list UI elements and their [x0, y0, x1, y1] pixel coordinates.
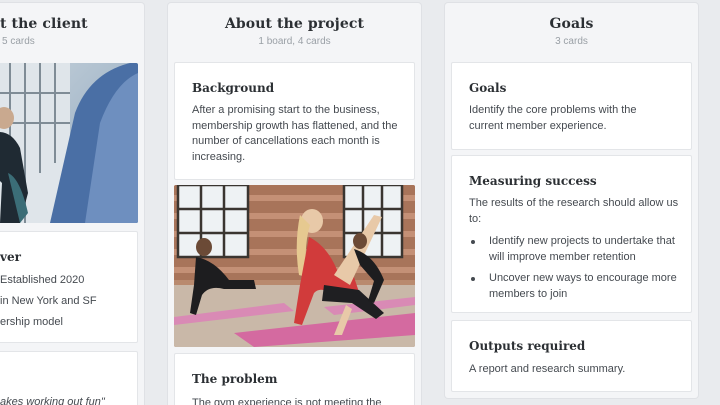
card-title: Outputs required — [469, 339, 586, 353]
client-quote-card[interactable]: akes working out fun" — [0, 351, 138, 405]
card-text: After a promising start to the business,… — [192, 104, 398, 163]
background-card[interactable]: Background After a promising start to th… — [174, 62, 415, 180]
column-card-count: 1 board, 4 cards — [258, 36, 331, 47]
card-title: The problem — [192, 372, 278, 386]
fitness-class-photo-image — [174, 185, 415, 347]
card-title: Goals — [469, 81, 507, 95]
column-header: About the project 1 board, 4 cards — [168, 3, 421, 57]
client-image-card[interactable] — [0, 63, 138, 223]
bullet-item: Identify new projects to undertake that … — [469, 234, 684, 265]
column-title[interactable]: About the project — [168, 16, 421, 32]
column-card-count: 3 cards — [555, 36, 588, 47]
column-card-count: 5 cards — [2, 36, 35, 47]
bullet-item: Uncover new ways to encourage more membe… — [469, 271, 684, 302]
problem-card[interactable]: The problem The gym experience is not me… — [174, 353, 415, 405]
measuring-success-card[interactable]: Measuring success The results of the res… — [451, 155, 692, 313]
column-header: t the client 5 cards — [0, 3, 144, 57]
column-header: Goals 3 cards — [445, 3, 698, 57]
overview-line-2: in New York and SF — [0, 295, 97, 307]
quote-text: akes working out fun" — [0, 396, 105, 405]
success-bullet-list: Identify new projects to undertake that … — [469, 228, 684, 302]
card-text: The gym experience is not meeting the — [192, 397, 382, 405]
card-title: ver — [0, 250, 21, 264]
card-text: Identify the core problems with the curr… — [469, 104, 637, 132]
client-overview-card[interactable]: ver Established 2020 in New York and SF … — [0, 231, 138, 343]
column-title[interactable]: Goals — [445, 16, 698, 32]
card-title: Measuring success — [469, 174, 597, 188]
column-about-client: t the client 5 cards ver Established 202… — [0, 3, 144, 405]
card-title: Background — [192, 81, 275, 95]
card-text: A report and research summary. — [469, 363, 626, 375]
column-goals: Goals 3 cards Goals Identify the core pr… — [445, 3, 698, 398]
card-text: The results of the research should allow… — [469, 197, 679, 225]
gym-photo-image — [0, 63, 138, 223]
column-title[interactable]: t the client — [0, 16, 144, 32]
overview-line-1: Established 2020 — [0, 274, 85, 286]
goals-card[interactable]: Goals Identify the core problems with th… — [451, 62, 692, 150]
column-about-project: About the project 1 board, 4 cards Backg… — [168, 3, 421, 405]
project-image-card[interactable] — [174, 185, 415, 347]
overview-line-3: ership model — [0, 316, 63, 328]
outputs-required-card[interactable]: Outputs required A report and research s… — [451, 320, 692, 392]
